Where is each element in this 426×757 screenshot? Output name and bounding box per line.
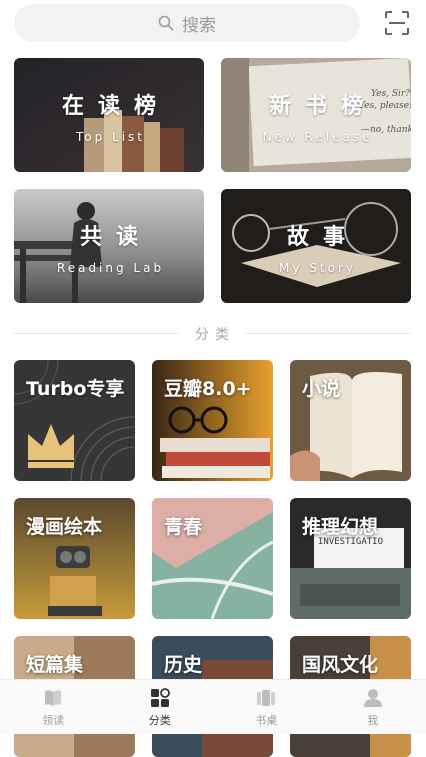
category-turbo[interactable]: Turbo专享 bbox=[14, 360, 135, 481]
category-mystery[interactable]: INVESTIGATIO 推理幻想 bbox=[290, 498, 411, 619]
featured-subtitle: Top List bbox=[14, 130, 204, 144]
scan-icon[interactable] bbox=[384, 10, 410, 36]
search-input[interactable]: 搜索 bbox=[14, 4, 360, 42]
bookshelf-icon bbox=[255, 687, 277, 709]
featured-new-release[interactable]: Yes, Sir? Yes, please! —no, thanks. 新书榜 … bbox=[221, 58, 411, 172]
category-title: Turbo专享 bbox=[26, 374, 124, 401]
category-title: 漫画绘本 bbox=[26, 512, 102, 539]
book-icon bbox=[42, 687, 64, 709]
featured-subtitle: My Story bbox=[221, 261, 411, 275]
featured-subtitle: Reading Lab bbox=[14, 261, 204, 275]
search-row: 搜索 bbox=[14, 4, 412, 42]
category-title: 国风文化 bbox=[302, 650, 378, 677]
search-icon bbox=[158, 15, 174, 31]
category-novel[interactable]: 小说 bbox=[290, 360, 411, 481]
featured-title: 共读 bbox=[14, 219, 204, 251]
tab-categories[interactable]: 分类 bbox=[107, 680, 214, 734]
category-title: 短篇集 bbox=[26, 650, 83, 677]
section-divider: 分类 bbox=[14, 322, 410, 344]
tab-label: 我 bbox=[367, 712, 378, 728]
category-title: 小说 bbox=[302, 374, 340, 401]
user-icon bbox=[362, 687, 384, 709]
featured-title: 故事 bbox=[221, 219, 411, 251]
featured-subtitle: New Release bbox=[221, 130, 411, 144]
section-divider-label: 分类 bbox=[14, 324, 410, 344]
category-douban[interactable]: 豆瓣8.0+ bbox=[152, 360, 273, 481]
featured-title: 新书榜 bbox=[221, 88, 411, 120]
category-title: 推理幻想 bbox=[302, 512, 378, 539]
grid-icon bbox=[149, 687, 171, 709]
tab-label: 分类 bbox=[149, 712, 171, 728]
category-youth[interactable]: 青春 bbox=[152, 498, 273, 619]
tab-label: 领读 bbox=[42, 712, 64, 728]
featured-top-list[interactable]: 在读榜 Top List bbox=[14, 58, 204, 172]
category-title: 历史 bbox=[164, 650, 202, 677]
tab-me[interactable]: 我 bbox=[320, 680, 426, 734]
category-comics[interactable]: 漫画绘本 bbox=[14, 498, 135, 619]
search-placeholder: 搜索 bbox=[182, 11, 216, 36]
category-title: 青春 bbox=[164, 512, 202, 539]
tab-label: 书桌 bbox=[255, 712, 277, 728]
featured-my-story[interactable]: 故事 My Story bbox=[221, 189, 411, 303]
bottom-tab-bar: 领读 分类 书桌 我 bbox=[0, 679, 426, 734]
featured-reading-lab[interactable]: 共读 Reading Lab bbox=[14, 189, 204, 303]
tab-lead-reading[interactable]: 领读 bbox=[0, 680, 107, 734]
category-title: 豆瓣8.0+ bbox=[164, 374, 252, 401]
tab-bookshelf[interactable]: 书桌 bbox=[213, 680, 320, 734]
featured-title: 在读榜 bbox=[14, 88, 204, 120]
